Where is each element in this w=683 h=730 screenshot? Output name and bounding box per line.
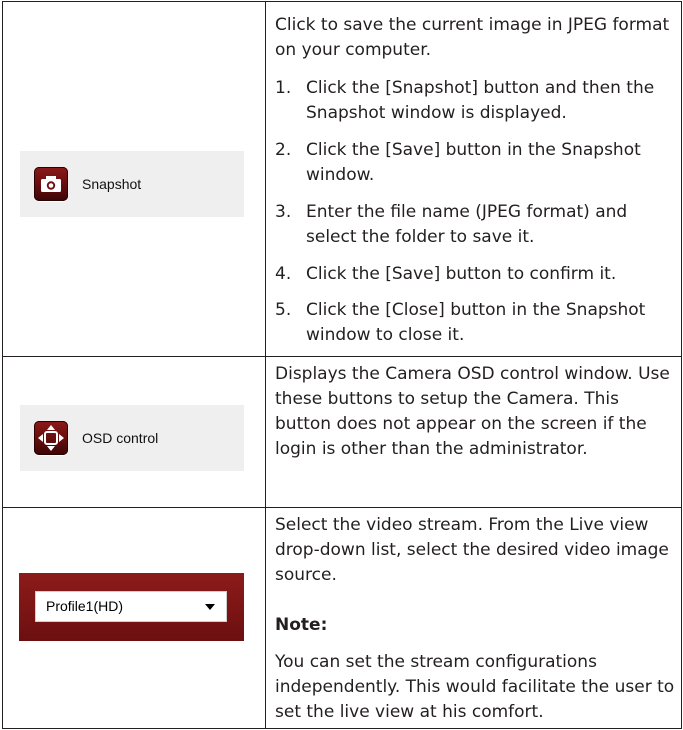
live-view-stream-bar: Profile1(HD) bbox=[19, 573, 244, 641]
step-text: Click the [Save] button in the Snapshot … bbox=[306, 140, 641, 185]
list-item: 3. Enter the file name (JPEG format) and… bbox=[275, 200, 679, 250]
step-text: Click the [Save] button to confirm it. bbox=[306, 264, 617, 284]
step-number: 4. bbox=[275, 264, 292, 284]
osd-control-label: OSD control bbox=[82, 430, 159, 446]
osd-control-button[interactable] bbox=[34, 421, 68, 455]
stream-description: Select the video stream. From the Live v… bbox=[275, 515, 669, 585]
row-divider bbox=[3, 507, 681, 508]
step-number: 5. bbox=[275, 300, 292, 320]
column-divider bbox=[265, 2, 266, 728]
osd-description: Displays the Camera OSD control window. … bbox=[275, 364, 670, 459]
note-heading: Note: bbox=[275, 615, 328, 635]
step-text: Click the [Snapshot] button and then the… bbox=[306, 78, 655, 123]
list-item: 4. Click the [Save] button to confirm it… bbox=[275, 262, 679, 287]
osd-button-preview: OSD control bbox=[20, 405, 244, 471]
snapshot-description: Click to save the current image in JPEG … bbox=[275, 15, 670, 60]
snapshot-label: Snapshot bbox=[82, 176, 142, 192]
list-item: 2. Click the [Save] button in the Snapsh… bbox=[275, 138, 679, 188]
list-item: 5. Click the [Close] button in the Snaps… bbox=[275, 298, 679, 348]
osd-direction-icon bbox=[38, 425, 64, 451]
step-number: 3. bbox=[275, 202, 292, 222]
dropdown-arrow-icon bbox=[205, 604, 215, 610]
step-text: Click the [Close] button in the Snapshot… bbox=[306, 300, 646, 345]
step-text: Enter the file name (JPEG format) and se… bbox=[306, 202, 628, 247]
step-number: 1. bbox=[275, 78, 292, 98]
list-item: 1. Click the [Snapshot] button and then … bbox=[275, 76, 679, 126]
stream-profile-select[interactable]: Profile1(HD) bbox=[35, 591, 227, 622]
camera-icon bbox=[41, 176, 61, 192]
snapshot-button-preview: Snapshot bbox=[20, 151, 244, 217]
note-text: You can set the stream configurations in… bbox=[275, 652, 675, 722]
note-heading-wrap: Note: bbox=[275, 613, 679, 638]
stream-profile-value: Profile1(HD) bbox=[46, 598, 124, 614]
snapshot-button[interactable] bbox=[34, 167, 68, 201]
step-number: 2. bbox=[275, 140, 292, 160]
row-divider bbox=[3, 356, 681, 357]
